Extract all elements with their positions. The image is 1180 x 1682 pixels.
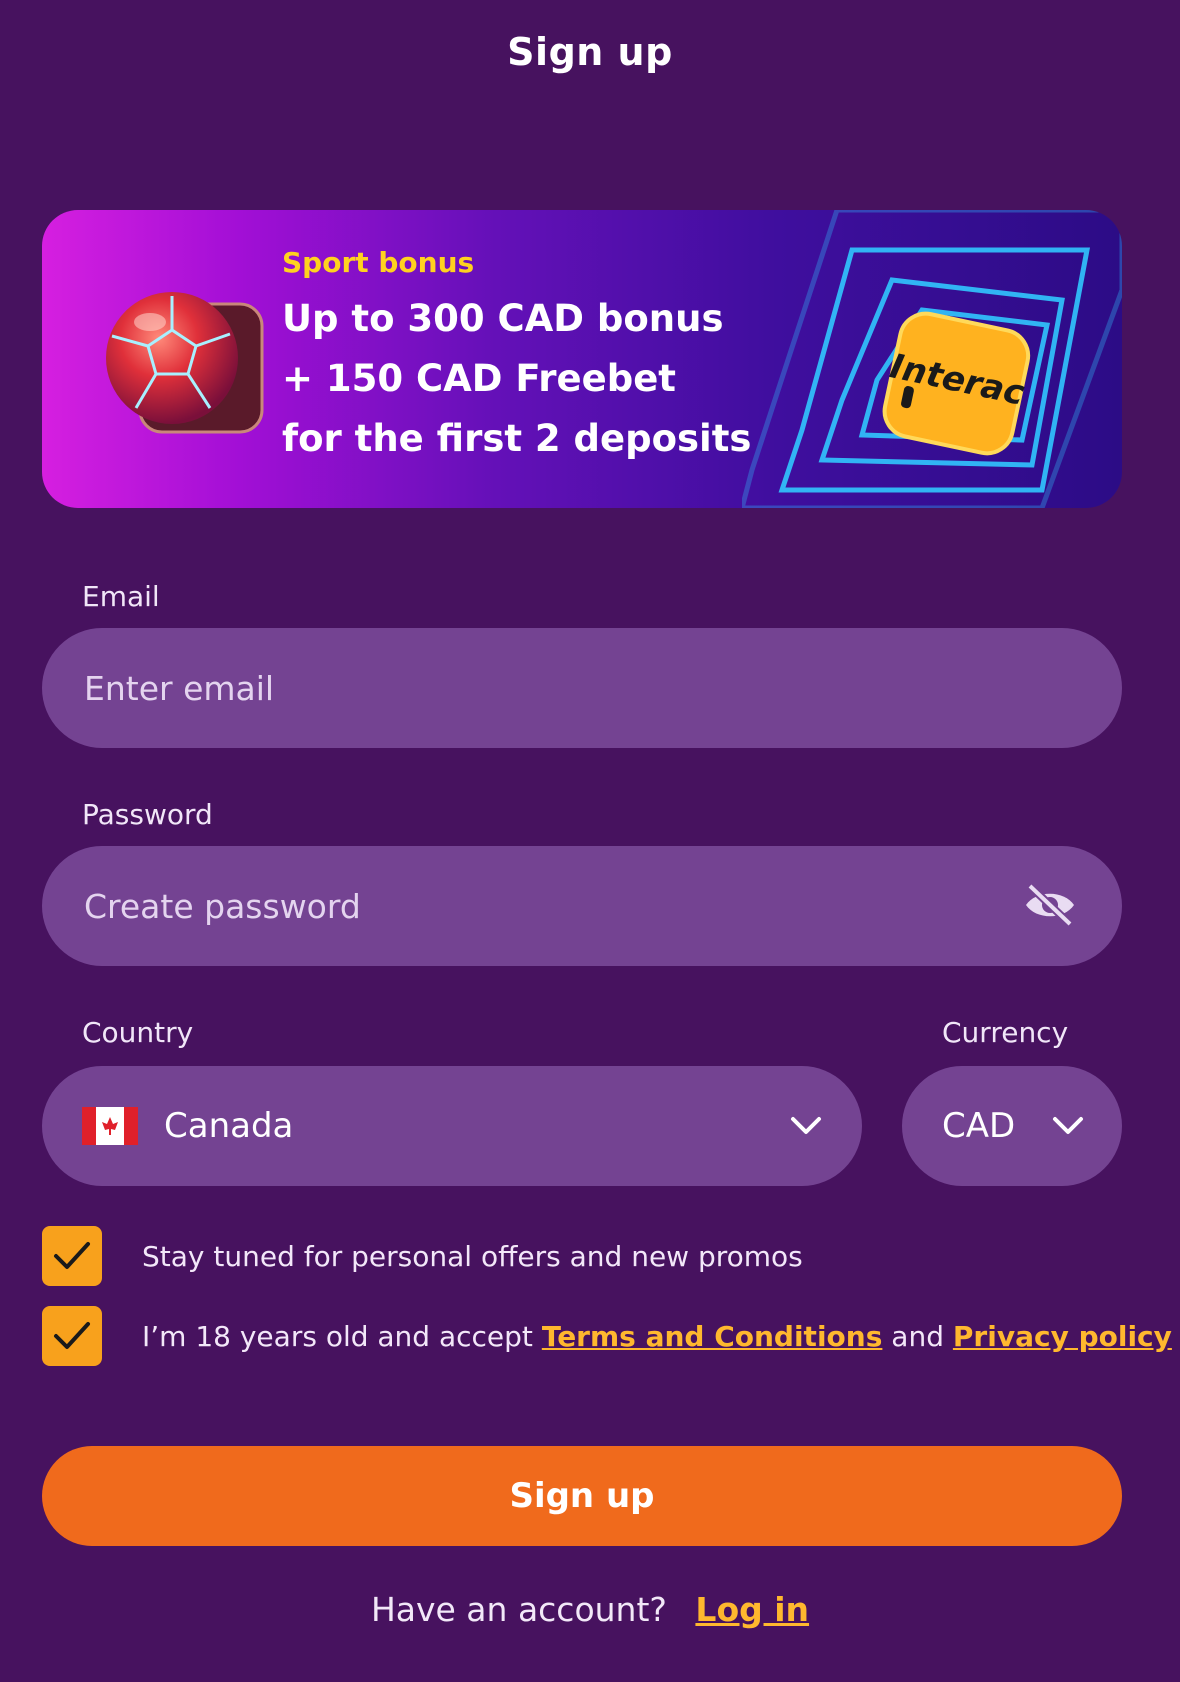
- page-title: Sign up: [507, 30, 673, 74]
- currency-label: Currency: [942, 1016, 1069, 1049]
- bonus-line-3: for the first 2 deposits: [282, 417, 752, 460]
- sign-up-button[interactable]: Sign up: [42, 1446, 1122, 1546]
- terms-and-conditions-link[interactable]: Terms and Conditions: [542, 1320, 883, 1353]
- currency-select[interactable]: CAD: [902, 1066, 1122, 1186]
- privacy-policy-link[interactable]: Privacy policy: [953, 1320, 1172, 1353]
- chevron-down-icon: [1053, 1117, 1083, 1134]
- terms-and-text: and: [891, 1319, 944, 1353]
- promos-consent-text: Stay tuned for personal offers and new p…: [142, 1239, 803, 1273]
- bonus-kicker: Sport bonus: [282, 246, 475, 279]
- have-account-text: Have an account?: [370, 1590, 667, 1629]
- terms-consent-text: I’m 18 years old and accept Terms and Co…: [142, 1320, 1172, 1353]
- terms-prefix: I’m 18 years old and accept: [142, 1319, 533, 1353]
- log-in-link[interactable]: Log in: [695, 1590, 809, 1629]
- interac-neon-art: Interac: [742, 210, 1122, 508]
- email-label: Email: [82, 580, 160, 613]
- canada-flag-icon: [82, 1107, 138, 1145]
- checkmark-icon: [54, 1322, 90, 1349]
- bonus-line-1: Up to 300 CAD bonus: [282, 297, 724, 340]
- bonus-text: Sport bonus Up to 300 CAD bonus + 150 CA…: [282, 246, 751, 469]
- currency-value: CAD: [942, 1106, 1016, 1146]
- country-value: Canada: [164, 1106, 294, 1146]
- bonus-line-2: + 150 CAD Freebet: [282, 357, 676, 400]
- country-label: Country: [82, 1016, 194, 1049]
- country-select[interactable]: Canada: [42, 1066, 862, 1186]
- chevron-down-icon: [791, 1117, 821, 1134]
- eye-off-icon[interactable]: [1022, 882, 1078, 928]
- soccer-ball-icon: [106, 292, 264, 434]
- terms-consent-row: I’m 18 years old and accept Terms and Co…: [42, 1306, 1172, 1366]
- login-prompt: Have an account? Log in: [0, 1590, 1180, 1629]
- checkmark-icon: [54, 1242, 90, 1269]
- password-field[interactable]: Create password: [42, 846, 1122, 966]
- email-field[interactable]: Enter email: [42, 628, 1122, 748]
- email-placeholder: Enter email: [84, 668, 275, 708]
- promos-consent-row: Stay tuned for personal offers and new p…: [42, 1226, 803, 1286]
- password-placeholder: Create password: [84, 886, 361, 926]
- password-label: Password: [82, 798, 213, 831]
- sport-bonus-banner[interactable]: Sport bonus Up to 300 CAD bonus + 150 CA…: [42, 210, 1122, 508]
- terms-checkbox[interactable]: [42, 1306, 102, 1366]
- promos-checkbox[interactable]: [42, 1226, 102, 1286]
